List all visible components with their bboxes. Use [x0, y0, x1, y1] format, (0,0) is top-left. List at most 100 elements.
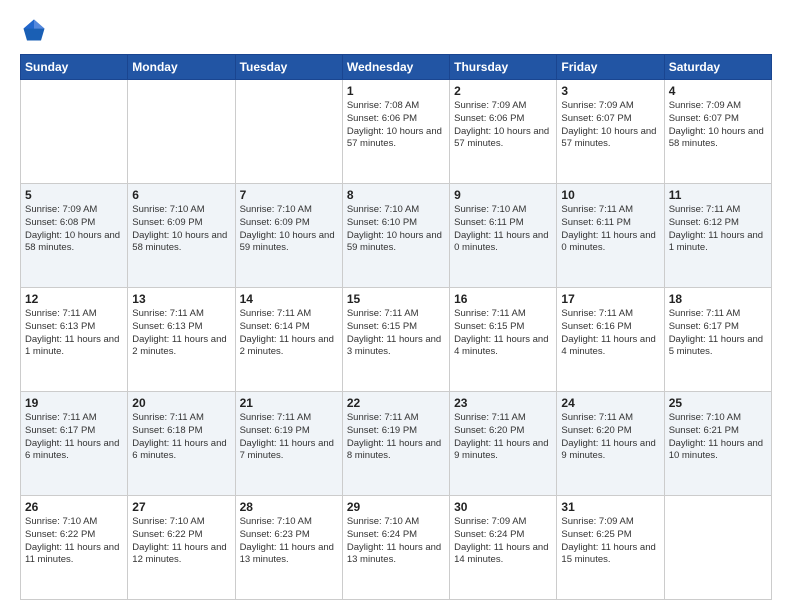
- day-number: 7: [240, 188, 338, 202]
- calendar-cell: 3 Sunrise: 7:09 AM Sunset: 6:07 PM Daylig…: [557, 80, 664, 184]
- weekday-header-row: SundayMondayTuesdayWednesdayThursdayFrid…: [21, 55, 772, 80]
- calendar-cell: 5 Sunrise: 7:09 AM Sunset: 6:08 PM Daylig…: [21, 184, 128, 288]
- calendar-cell: 20 Sunrise: 7:11 AM Sunset: 6:18 PM Dayli…: [128, 392, 235, 496]
- day-number: 26: [25, 500, 123, 514]
- calendar-cell: 27 Sunrise: 7:10 AM Sunset: 6:22 PM Dayli…: [128, 496, 235, 600]
- calendar-cell: 7Sunrise: 7:10 AM Sunset: 6:09 PM Daylig…: [235, 184, 342, 288]
- day-info: Sunrise: 7:11 AM Sunset: 6:13 PM Dayligh…: [132, 308, 230, 359]
- day-number: 14: [240, 292, 338, 306]
- calendar-cell: 26 Sunrise: 7:10 AM Sunset: 6:22 PM Dayli…: [21, 496, 128, 600]
- logo-icon: [20, 16, 48, 44]
- day-number: 1: [347, 84, 445, 98]
- calendar-cell: [21, 80, 128, 184]
- calendar-table: SundayMondayTuesdayWednesdayThursdayFrid…: [20, 54, 772, 600]
- day-info: Sunrise: 7:11 AM Sunset: 6:11 PM Dayligh…: [561, 204, 659, 255]
- day-info: Sunrise: 7:11 AM Sunset: 6:18 PM Dayligh…: [132, 412, 230, 463]
- calendar-cell: 9 Sunrise: 7:10 AM Sunset: 6:11 PM Daylig…: [450, 184, 557, 288]
- weekday-header-sunday: Sunday: [21, 55, 128, 80]
- calendar-cell: 28 Sunrise: 7:10 AM Sunset: 6:23 PM Dayli…: [235, 496, 342, 600]
- day-number: 17: [561, 292, 659, 306]
- day-info: Sunrise: 7:10 AM Sunset: 6:10 PM Dayligh…: [347, 204, 445, 255]
- calendar-cell: [664, 496, 771, 600]
- day-number: 19: [25, 396, 123, 410]
- day-info: Sunrise: 7:11 AM Sunset: 6:19 PM Dayligh…: [240, 412, 338, 463]
- calendar-cell: 31 Sunrise: 7:09 AM Sunset: 6:25 PM Dayli…: [557, 496, 664, 600]
- day-number: 27: [132, 500, 230, 514]
- day-info: Sunrise: 7:08 AM Sunset: 6:06 PM Dayligh…: [347, 100, 445, 151]
- header: [20, 16, 772, 44]
- day-number: 9: [454, 188, 552, 202]
- day-info: Sunrise: 7:09 AM Sunset: 6:06 PM Dayligh…: [454, 100, 552, 151]
- day-info: Sunrise: 7:10 AM Sunset: 6:09 PM Dayligh…: [132, 204, 230, 255]
- calendar-cell: 22 Sunrise: 7:11 AM Sunset: 6:19 PM Dayli…: [342, 392, 449, 496]
- day-number: 5: [25, 188, 123, 202]
- day-number: 28: [240, 500, 338, 514]
- calendar-cell: 19Sunrise: 7:11 AM Sunset: 6:17 PM Dayli…: [21, 392, 128, 496]
- day-number: 22: [347, 396, 445, 410]
- day-info: Sunrise: 7:09 AM Sunset: 6:07 PM Dayligh…: [561, 100, 659, 151]
- weekday-header-wednesday: Wednesday: [342, 55, 449, 80]
- day-number: 8: [347, 188, 445, 202]
- calendar-cell: 18 Sunrise: 7:11 AM Sunset: 6:17 PM Dayli…: [664, 288, 771, 392]
- day-info: Sunrise: 7:11 AM Sunset: 6:14 PM Dayligh…: [240, 308, 338, 359]
- day-number: 29: [347, 500, 445, 514]
- day-number: 10: [561, 188, 659, 202]
- calendar-cell: 1 Sunrise: 7:08 AM Sunset: 6:06 PM Daylig…: [342, 80, 449, 184]
- day-info: Sunrise: 7:11 AM Sunset: 6:19 PM Dayligh…: [347, 412, 445, 463]
- day-info: Sunrise: 7:11 AM Sunset: 6:20 PM Dayligh…: [454, 412, 552, 463]
- calendar-cell: 11Sunrise: 7:11 AM Sunset: 6:12 PM Dayli…: [664, 184, 771, 288]
- calendar-cell: [235, 80, 342, 184]
- calendar-cell: 30 Sunrise: 7:09 AM Sunset: 6:24 PM Dayli…: [450, 496, 557, 600]
- weekday-header-monday: Monday: [128, 55, 235, 80]
- calendar-cell: 10 Sunrise: 7:11 AM Sunset: 6:11 PM Dayli…: [557, 184, 664, 288]
- day-number: 30: [454, 500, 552, 514]
- day-number: 3: [561, 84, 659, 98]
- day-number: 31: [561, 500, 659, 514]
- logo: [20, 16, 52, 44]
- weekday-header-friday: Friday: [557, 55, 664, 80]
- day-info: Sunrise: 7:10 AM Sunset: 6:11 PM Dayligh…: [454, 204, 552, 255]
- week-row-4: 19Sunrise: 7:11 AM Sunset: 6:17 PM Dayli…: [21, 392, 772, 496]
- day-number: 24: [561, 396, 659, 410]
- day-info: Sunrise: 7:11 AM Sunset: 6:16 PM Dayligh…: [561, 308, 659, 359]
- day-info: Sunrise: 7:10 AM Sunset: 6:23 PM Dayligh…: [240, 516, 338, 567]
- calendar-cell: 21 Sunrise: 7:11 AM Sunset: 6:19 PM Dayli…: [235, 392, 342, 496]
- calendar-cell: 14 Sunrise: 7:11 AM Sunset: 6:14 PM Dayli…: [235, 288, 342, 392]
- day-info: Sunrise: 7:11 AM Sunset: 6:13 PM Dayligh…: [25, 308, 123, 359]
- calendar-cell: 24 Sunrise: 7:11 AM Sunset: 6:20 PM Dayli…: [557, 392, 664, 496]
- calendar-cell: 4 Sunrise: 7:09 AM Sunset: 6:07 PM Daylig…: [664, 80, 771, 184]
- calendar-cell: 23Sunrise: 7:11 AM Sunset: 6:20 PM Dayli…: [450, 392, 557, 496]
- week-row-2: 5 Sunrise: 7:09 AM Sunset: 6:08 PM Daylig…: [21, 184, 772, 288]
- weekday-header-saturday: Saturday: [664, 55, 771, 80]
- day-number: 20: [132, 396, 230, 410]
- day-number: 18: [669, 292, 767, 306]
- day-info: Sunrise: 7:11 AM Sunset: 6:15 PM Dayligh…: [347, 308, 445, 359]
- day-info: Sunrise: 7:10 AM Sunset: 6:22 PM Dayligh…: [132, 516, 230, 567]
- day-info: Sunrise: 7:09 AM Sunset: 6:08 PM Dayligh…: [25, 204, 123, 255]
- day-number: 4: [669, 84, 767, 98]
- day-info: Sunrise: 7:11 AM Sunset: 6:15 PM Dayligh…: [454, 308, 552, 359]
- week-row-3: 12Sunrise: 7:11 AM Sunset: 6:13 PM Dayli…: [21, 288, 772, 392]
- day-number: 11: [669, 188, 767, 202]
- day-info: Sunrise: 7:09 AM Sunset: 6:25 PM Dayligh…: [561, 516, 659, 567]
- day-info: Sunrise: 7:09 AM Sunset: 6:24 PM Dayligh…: [454, 516, 552, 567]
- day-number: 6: [132, 188, 230, 202]
- day-number: 13: [132, 292, 230, 306]
- day-info: Sunrise: 7:10 AM Sunset: 6:21 PM Dayligh…: [669, 412, 767, 463]
- day-info: Sunrise: 7:11 AM Sunset: 6:17 PM Dayligh…: [669, 308, 767, 359]
- day-number: 15: [347, 292, 445, 306]
- calendar-cell: 25 Sunrise: 7:10 AM Sunset: 6:21 PM Dayli…: [664, 392, 771, 496]
- day-number: 16: [454, 292, 552, 306]
- calendar-cell: 29Sunrise: 7:10 AM Sunset: 6:24 PM Dayli…: [342, 496, 449, 600]
- day-number: 25: [669, 396, 767, 410]
- weekday-header-thursday: Thursday: [450, 55, 557, 80]
- calendar-cell: 6 Sunrise: 7:10 AM Sunset: 6:09 PM Daylig…: [128, 184, 235, 288]
- day-number: 21: [240, 396, 338, 410]
- day-info: Sunrise: 7:11 AM Sunset: 6:20 PM Dayligh…: [561, 412, 659, 463]
- day-info: Sunrise: 7:10 AM Sunset: 6:22 PM Dayligh…: [25, 516, 123, 567]
- calendar-cell: [128, 80, 235, 184]
- calendar-cell: 15 Sunrise: 7:11 AM Sunset: 6:15 PM Dayli…: [342, 288, 449, 392]
- day-number: 2: [454, 84, 552, 98]
- day-info: Sunrise: 7:09 AM Sunset: 6:07 PM Dayligh…: [669, 100, 767, 151]
- calendar-cell: 13 Sunrise: 7:11 AM Sunset: 6:13 PM Dayli…: [128, 288, 235, 392]
